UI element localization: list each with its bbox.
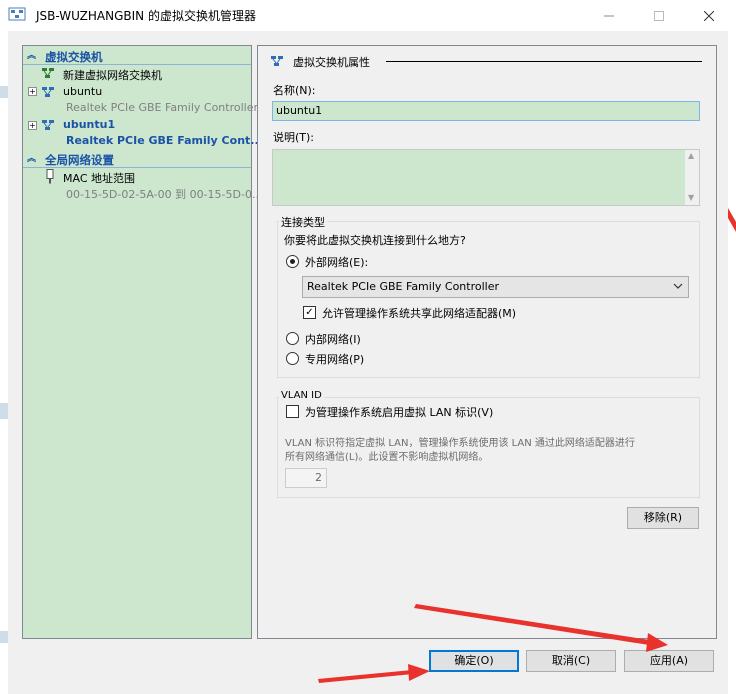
annotation-overlay	[318, 208, 736, 683]
arrow-head-ok	[408, 664, 430, 681]
arrow-to-apply	[414, 604, 650, 645]
arrow-head-apply	[646, 633, 668, 652]
arrow-to-ok	[318, 670, 413, 683]
arrow-edge-fragment	[728, 208, 736, 232]
